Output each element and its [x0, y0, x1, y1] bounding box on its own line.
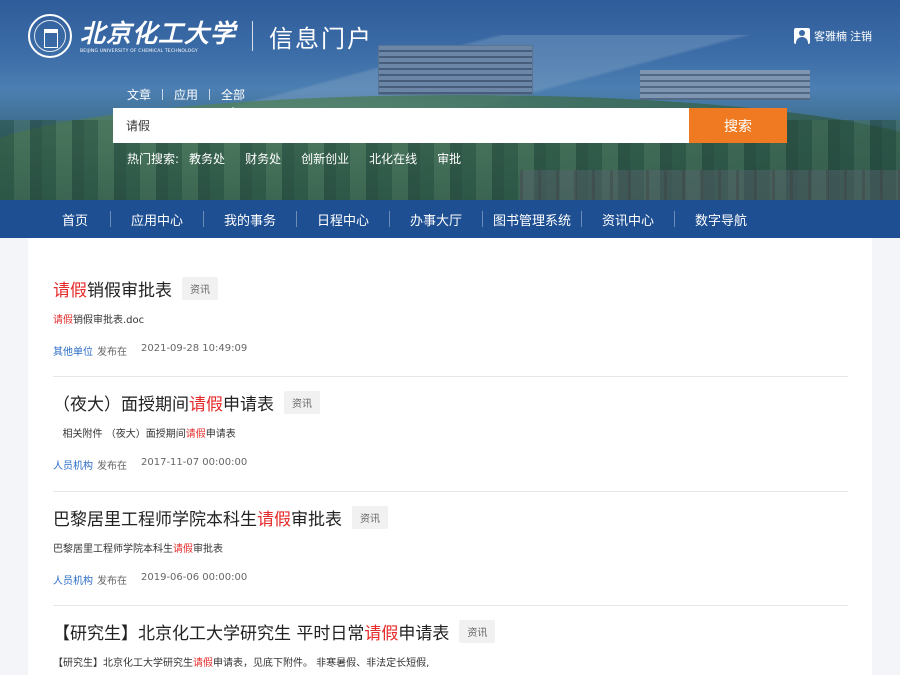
user-icon: [794, 28, 810, 44]
result-type-badge: 资讯: [182, 276, 218, 300]
hot-searches: 热门搜索: 教务处 财务处 创新创业 北化在线 审批: [127, 150, 481, 167]
logo-chinese-name: 北京化工大学: [80, 18, 237, 48]
nav-service-hall[interactable]: 办事大厅: [390, 210, 482, 229]
result-meta: 人员机构 发布在 2017-11-07 00:00:00: [53, 457, 848, 472]
banner-ground: [520, 170, 900, 200]
result-date: 2017-11-07 00:00:00: [141, 457, 248, 468]
result-title[interactable]: （夜大）面授期间请假申请表: [53, 390, 274, 415]
result-source-link[interactable]: 人员机构: [53, 572, 93, 587]
tab-divider: [209, 89, 211, 100]
result-description: 巴黎居里工程师学院本科生请假审批表: [53, 544, 223, 555]
hot-keyword-academic-affairs[interactable]: 教务处: [189, 150, 225, 167]
nav-my-affairs[interactable]: 我的事务: [204, 210, 296, 229]
result-type-badge: 资讯: [352, 505, 388, 529]
result-description: 请假销假审批表.doc: [53, 315, 145, 326]
result-published-label: 发布在: [97, 461, 127, 472]
banner-building: [378, 45, 533, 95]
main-nav: 首页 应用中心 我的事务 日程中心 办事大厅 图书管理系统 资讯中心 数字导航: [0, 200, 900, 238]
result-title[interactable]: 【研究生】北京化工大学研究生 平时日常请假申请表: [53, 619, 449, 644]
hot-keyword-innovation[interactable]: 创新创业: [301, 150, 349, 167]
nav-digital-nav[interactable]: 数字导航: [675, 210, 767, 229]
result-title[interactable]: 请假销假审批表: [53, 276, 172, 301]
user-area: 客雅楠 注销: [794, 28, 872, 44]
result-item: 请假销假审批表 资讯 请假销假审批表.doc 其他单位 发布在 2021-09-…: [53, 276, 848, 377]
hot-search-label: 热门搜索:: [127, 152, 180, 166]
search-input[interactable]: [126, 118, 689, 133]
result-type-badge: 资讯: [459, 619, 496, 643]
result-date: 2019-06-06 00:00:00: [141, 572, 248, 583]
user-name[interactable]: 客雅楠: [814, 28, 847, 44]
logout-link[interactable]: 注销: [850, 28, 872, 44]
university-seal-icon: [28, 14, 72, 58]
nav-app-center[interactable]: 应用中心: [111, 210, 203, 229]
search-tab-article[interactable]: 文章: [124, 86, 154, 103]
result-item: （夜大）面授期间请假申请表 资讯 相关附件 （夜大）面授期间请假申请表 人员机构…: [53, 390, 848, 492]
hot-keyword-finance[interactable]: 财务处: [245, 150, 281, 167]
result-type-badge: 资讯: [284, 390, 320, 414]
result-meta: 其他单位 发布在 2021-09-28 10:49:09: [53, 343, 848, 358]
search-box: [113, 108, 689, 143]
search-button[interactable]: 搜索: [689, 108, 787, 143]
tab-divider: [162, 89, 164, 100]
result-title[interactable]: 巴黎居里工程师学院本科生请假审批表: [53, 505, 342, 530]
nav-schedule-center[interactable]: 日程中心: [297, 210, 389, 229]
search-tabs: 文章 应用 全部: [124, 86, 248, 113]
result-published-label: 发布在: [97, 347, 127, 358]
portal-title: 信息门户: [269, 24, 374, 53]
search-tab-app[interactable]: 应用: [171, 86, 201, 103]
search-tab-all[interactable]: 全部: [218, 86, 248, 113]
result-source-link[interactable]: 其他单位: [53, 343, 93, 358]
site-logo[interactable]: 北京化工大学 BEIJING UNIVERSITY OF CHEMICAL TE…: [28, 14, 373, 58]
result-item: 巴黎居里工程师学院本科生请假审批表 资讯 巴黎居里工程师学院本科生请假审批表 人…: [53, 505, 848, 606]
logo-divider: [252, 21, 254, 51]
result-meta: 人员机构 发布在 2019-06-06 00:00:00: [53, 572, 848, 587]
result-published-label: 发布在: [97, 576, 127, 587]
nav-library-system[interactable]: 图书管理系统: [483, 210, 581, 229]
logo-english-name: BEIJING UNIVERSITY OF CHEMICAL TECHNOLOG…: [80, 48, 198, 54]
nav-home[interactable]: 首页: [40, 210, 110, 229]
nav-news-center[interactable]: 资讯中心: [582, 210, 674, 229]
result-description: 【研究生】北京化工大学研究生请假申请表，见底下附件。 非寒暑假、非法定长短假,: [53, 658, 430, 669]
hot-keyword-buct-online[interactable]: 北化在线: [369, 150, 417, 167]
header-banner: 北京化工大学 BEIJING UNIVERSITY OF CHEMICAL TE…: [0, 0, 900, 200]
search-results: 请假销假审批表 资讯 请假销假审批表.doc 其他单位 发布在 2021-09-…: [28, 238, 872, 675]
banner-building-2: [640, 70, 810, 100]
result-item: 【研究生】北京化工大学研究生 平时日常请假申请表 资讯 【研究生】北京化工大学研…: [53, 619, 848, 675]
result-source-link[interactable]: 人员机构: [53, 457, 93, 472]
result-description: 相关附件 （夜大）面授期间请假申请表: [53, 429, 236, 440]
result-date: 2021-09-28 10:49:09: [141, 343, 248, 354]
hot-keyword-approval[interactable]: 审批: [437, 150, 461, 167]
